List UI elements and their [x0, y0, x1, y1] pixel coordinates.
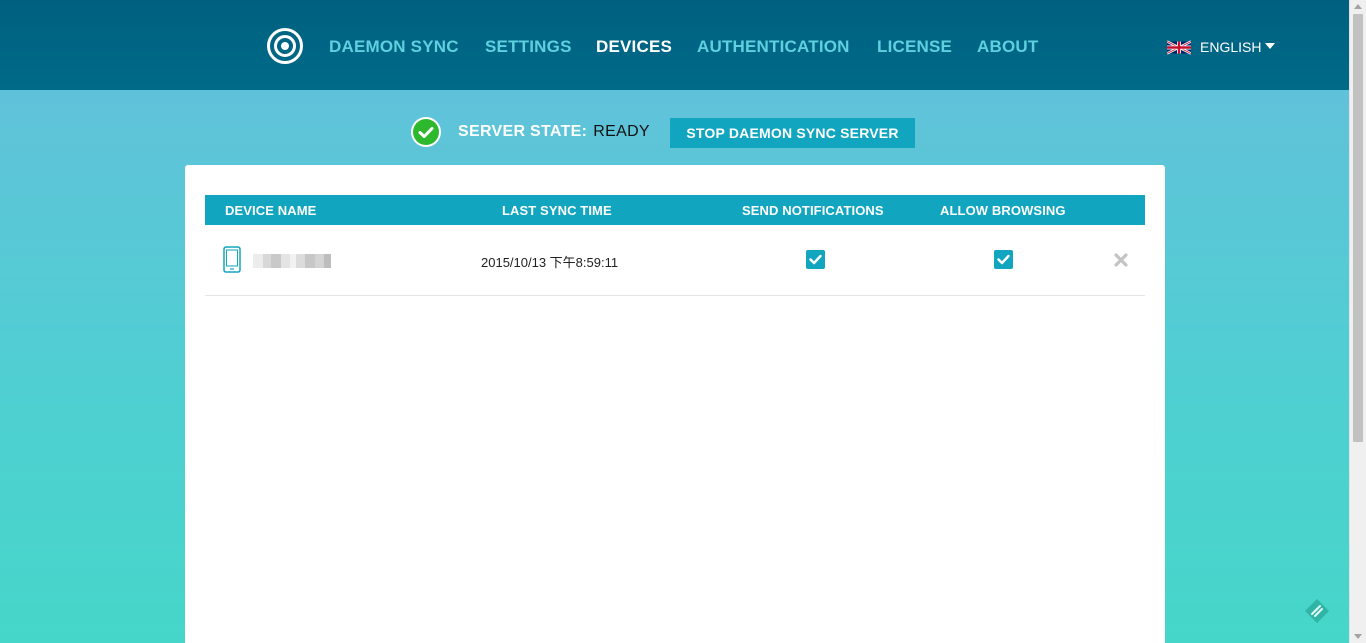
nav-daemon-sync[interactable]: DAEMON SYNC [329, 37, 459, 57]
scroll-down-icon[interactable] [1354, 634, 1362, 639]
server-state-value: READY [593, 123, 650, 140]
top-navigation-bar: DAEMON SYNC SETTINGS DEVICES AUTHENTICAT… [0, 0, 1349, 90]
daemon-sync-logo-icon[interactable] [267, 28, 303, 64]
device-name-redacted [253, 254, 331, 268]
page-scrollbar[interactable] [1349, 0, 1366, 643]
send-notifications-checkbox[interactable] [806, 250, 825, 269]
checkmark-icon [809, 254, 822, 265]
nav-about[interactable]: ABOUT [977, 37, 1038, 57]
header-send-notifications: SEND NOTIFICATIONS [742, 203, 884, 218]
language-label: ENGLISH [1200, 39, 1262, 55]
nav-license[interactable]: LICENSE [877, 37, 952, 57]
header-device-name: DEVICE NAME [225, 203, 317, 218]
stop-server-button[interactable]: STOP DAEMON SYNC SERVER [670, 118, 915, 148]
allow-browsing-checkbox[interactable] [994, 250, 1013, 269]
close-icon[interactable] [1113, 252, 1129, 268]
uk-flag-icon [1167, 39, 1191, 55]
server-state-label: SERVER STATE: [458, 123, 588, 140]
header-last-sync-time: LAST SYNC TIME [502, 203, 612, 218]
table-row: 2015/10/13 下午8:59:11 [205, 225, 1145, 296]
devices-table-header: DEVICE NAME LAST SYNC TIME SEND NOTIFICA… [205, 195, 1145, 225]
nav-devices[interactable]: DEVICES [596, 37, 672, 57]
nav-settings[interactable]: SETTINGS [485, 37, 572, 57]
chevron-down-icon [1265, 43, 1276, 49]
checkmark-icon [997, 254, 1010, 265]
devices-panel: DEVICE NAME LAST SYNC TIME SEND NOTIFICA… [185, 165, 1165, 643]
scroll-thumb[interactable] [1353, 14, 1363, 442]
language-selector[interactable]: ENGLISH [1167, 38, 1276, 56]
scroll-up-icon[interactable] [1354, 4, 1362, 9]
header-allow-browsing: ALLOW BROWSING [940, 203, 1066, 218]
feedback-logo-icon[interactable] [1303, 597, 1331, 625]
phone-icon [223, 246, 241, 273]
server-state: SERVER STATE: READY [411, 117, 650, 147]
check-circle-icon [411, 117, 441, 147]
last-sync-time: 2015/10/13 下午8:59:11 [481, 255, 619, 270]
nav-authentication[interactable]: AUTHENTICATION [697, 37, 850, 57]
